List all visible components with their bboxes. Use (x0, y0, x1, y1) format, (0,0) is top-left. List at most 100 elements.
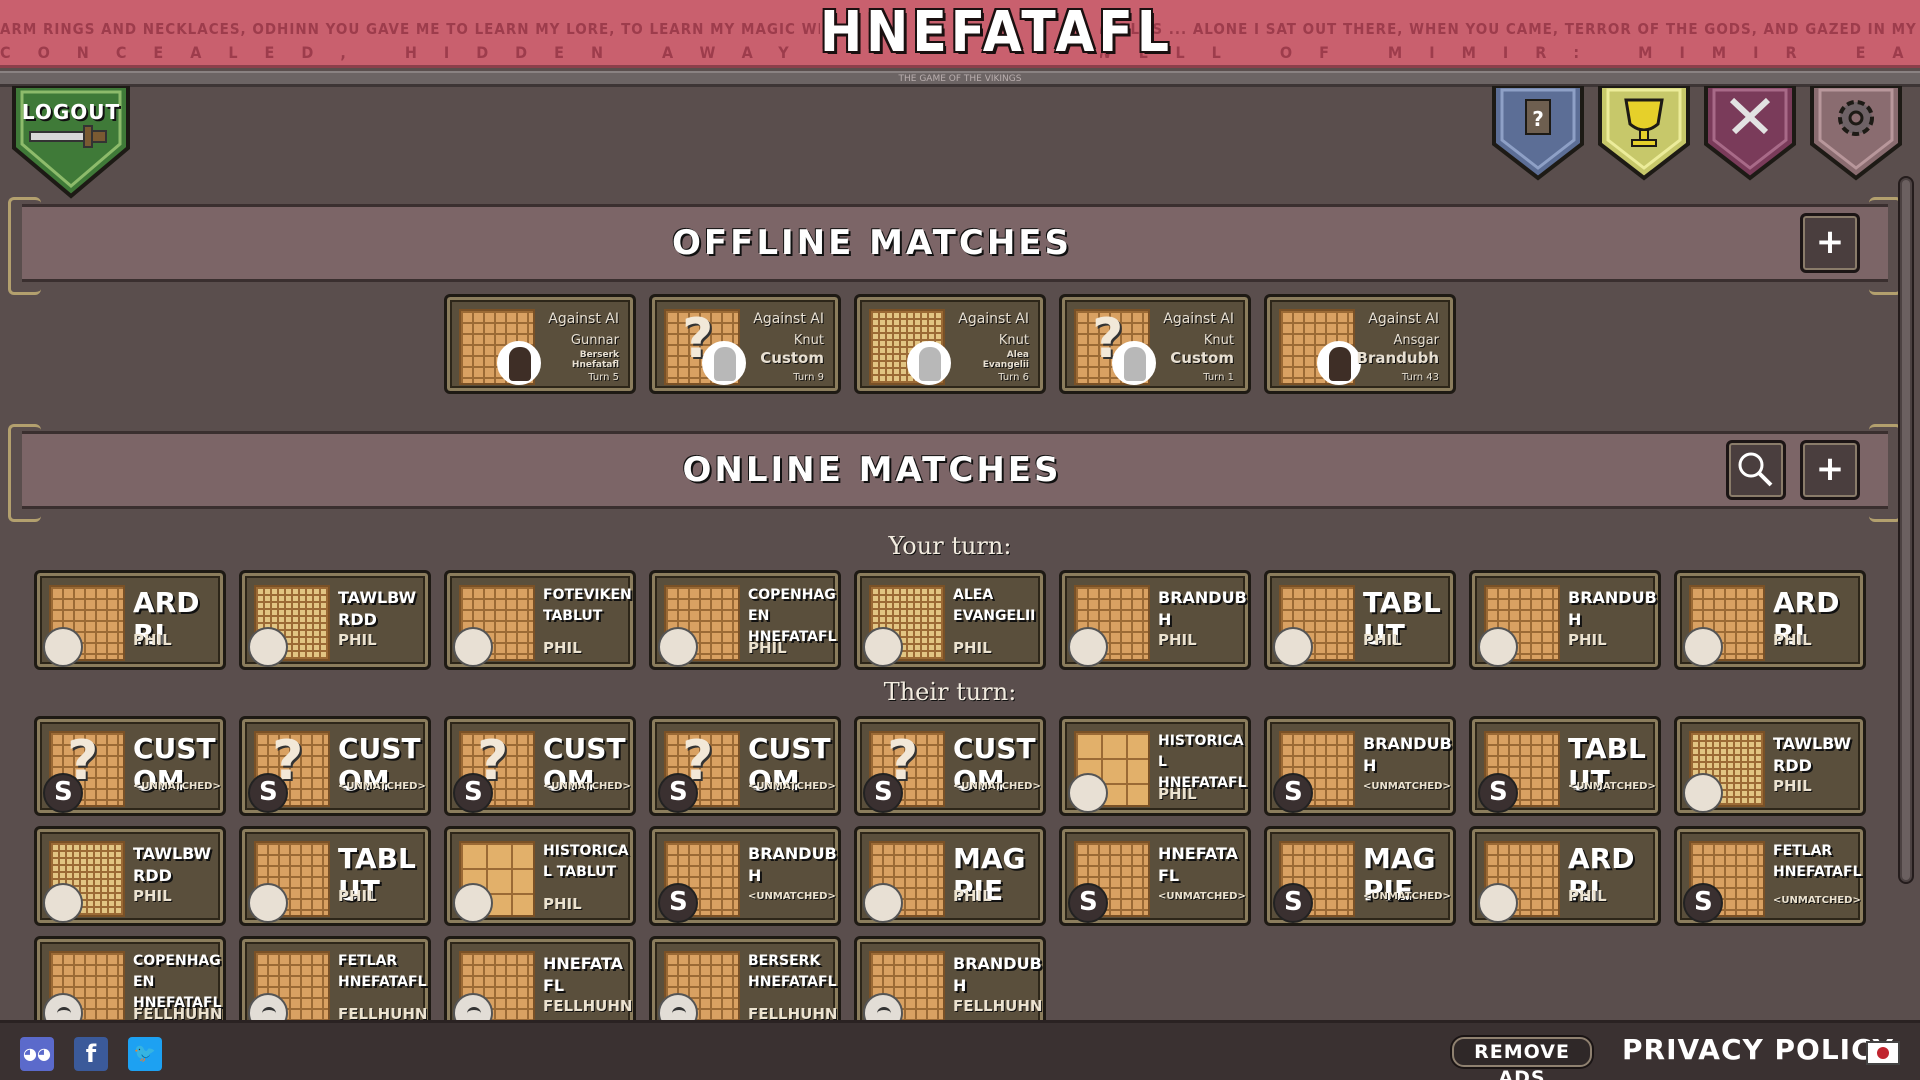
offline-match-tile[interactable]: Against AI Gunnar Berserk Hnefatafl Turn 5 (444, 294, 636, 394)
unmatched-avatar (658, 883, 698, 923)
offline-match-tile[interactable]: ? Against AI Knut Custom Turn 1 (1059, 294, 1251, 394)
online-match-tile[interactable]: ARD RI PHIL (34, 570, 226, 670)
game-variant-name: TAWLBWRDD (1773, 734, 1852, 775)
online-match-tile[interactable]: BRANDUBH PHIL (1469, 570, 1661, 670)
help-button[interactable]: ? (1490, 86, 1586, 182)
unmatched-avatar (1273, 883, 1313, 923)
opponent-name: PHIL (953, 887, 992, 905)
player-avatar (1683, 627, 1723, 667)
online-match-tile[interactable]: TABLUT PHIL (1264, 570, 1456, 670)
sub-header-bar: THE GAME OF THE VIKINGS (0, 71, 1920, 87)
opponent-avatar (907, 341, 951, 385)
achievements-button[interactable] (1596, 86, 1692, 182)
japan-flag-icon[interactable] (1866, 1041, 1900, 1065)
add-online-match-button[interactable]: + (1800, 440, 1860, 500)
online-match-tile[interactable]: ARD RI PHIL (1674, 570, 1866, 670)
player-avatar (1068, 627, 1108, 667)
opponent-name: FELLHUHN (953, 997, 1043, 1015)
scrollbar-thumb[interactable] (1902, 180, 1910, 880)
online-match-tile[interactable]: ?CUSTOM<UNMATCHED> (649, 716, 841, 816)
opponent-name: PHIL (543, 639, 582, 657)
online-match-tile[interactable]: ?CUSTOM<UNMATCHED> (444, 716, 636, 816)
logout-label: LOGOUT (21, 100, 121, 124)
question-scroll-icon: ? (1492, 86, 1584, 181)
online-match-tile[interactable]: ?CUSTOM<UNMATCHED> (239, 716, 431, 816)
search-matches-button[interactable] (1726, 440, 1786, 500)
opponent-name: <UNMATCHED> (133, 781, 221, 792)
trophy-icon (1598, 86, 1690, 181)
player-avatar (43, 627, 83, 667)
game-variant-name: HISTORICAL TABLUT (543, 843, 629, 880)
online-match-tile[interactable]: MAGPIE PHIL (854, 826, 1046, 926)
online-match-tile[interactable]: COPENHAGEN HNEFATAFL PHIL (649, 570, 841, 670)
twitter-icon[interactable]: 🐦 (128, 1037, 162, 1071)
game-variant-name: TAWLBWRDD (133, 844, 212, 885)
opponent-name: Knut (793, 333, 824, 348)
online-match-tile[interactable]: FETLAR HNEFATAFL <UNMATCHED> (1674, 826, 1866, 926)
opponent-name: <UNMATCHED> (1363, 891, 1451, 902)
opponent-name: FELLHUHN (543, 997, 633, 1015)
online-match-tile[interactable]: ARD RI PHIL (1469, 826, 1661, 926)
remove-ads-button[interactable]: REMOVE ADS (1452, 1037, 1592, 1080)
opponent-name: <UNMATCHED> (1773, 895, 1861, 906)
unmatched-avatar (248, 773, 288, 813)
unmatched-avatar (43, 773, 83, 813)
online-match-tile[interactable]: BRANDUBH PHIL (1059, 570, 1251, 670)
offline-match-tile[interactable]: Against AI Ansgar Brandubh Turn 43 (1264, 294, 1456, 394)
game-variant-name: HNEFATAFL (1158, 844, 1238, 885)
game-variant-name: BERSERK HNEFATAFL (748, 953, 837, 990)
match-mode-label: Against AI (548, 311, 619, 327)
online-match-tile[interactable]: TAWLBWRDD PHIL (1674, 716, 1866, 816)
opponent-name: PHIL (1363, 631, 1402, 649)
opponent-name: PHIL (1158, 631, 1197, 649)
online-matches-title: ONLINE MATCHES (682, 450, 1062, 490)
offline-match-tile[interactable]: ? Against AI Knut Custom Turn 9 (649, 294, 841, 394)
offline-matches-header: OFFLINE MATCHES + (8, 197, 1902, 295)
opponent-avatar (1112, 341, 1156, 385)
opponent-name: Ansgar (1393, 333, 1439, 348)
opponent-name: <UNMATCHED> (953, 781, 1041, 792)
game-variant-name: ALEA EVANGELII (953, 587, 1036, 624)
opponent-name: <UNMATCHED> (748, 781, 836, 792)
online-match-tile[interactable]: HISTORICAL HNEFATAFL PHIL (1059, 716, 1251, 816)
logout-button[interactable]: LOGOUT (8, 86, 134, 200)
match-mode-label: Against AI (1368, 311, 1439, 327)
privacy-policy-link[interactable]: PRIVACY POLICY (1622, 1033, 1894, 1066)
page-title: HNEFATAFL (820, 0, 1173, 65)
game-variant-name: Custom (760, 349, 824, 367)
settings-button[interactable] (1808, 86, 1904, 182)
close-button[interactable] (1702, 86, 1798, 182)
opponent-name: PHIL (748, 639, 787, 657)
online-match-tile[interactable]: TAWLBWRDD PHIL (239, 570, 431, 670)
discord-icon[interactable]: ◕◕ (20, 1037, 54, 1071)
add-offline-match-button[interactable]: + (1800, 213, 1860, 273)
player-avatar (453, 627, 493, 667)
online-match-tile[interactable]: HNEFATAFL <UNMATCHED> (1059, 826, 1251, 926)
opponent-name: PHIL (1568, 887, 1607, 905)
player-avatar (248, 627, 288, 667)
online-match-tile[interactable]: TABLUT<UNMATCHED> (1469, 716, 1661, 816)
online-match-tile[interactable]: TAWLBWRDD PHIL (34, 826, 226, 926)
game-variant-name: TAWLBWRDD (338, 588, 417, 629)
online-match-tile[interactable]: ?CUSTOM<UNMATCHED> (854, 716, 1046, 816)
player-avatar (863, 627, 903, 667)
online-match-tile[interactable]: HISTORICAL TABLUT PHIL (444, 826, 636, 926)
online-match-tile[interactable]: ?CUSTOM<UNMATCHED> (34, 716, 226, 816)
opponent-name: <UNMATCHED> (1158, 891, 1246, 902)
online-match-tile[interactable]: TABLUT PHIL (239, 826, 431, 926)
facebook-icon[interactable]: f (74, 1037, 108, 1071)
online-match-tile[interactable]: ALEA EVANGELII PHIL (854, 570, 1046, 670)
online-match-tile[interactable]: MAGPIE<UNMATCHED> (1264, 826, 1456, 926)
player-avatar (1478, 627, 1518, 667)
offline-match-tile[interactable]: Against AI Knut Alea Evangelii Turn 6 (854, 294, 1046, 394)
opponent-name: PHIL (1568, 631, 1607, 649)
opponent-name: PHIL (1158, 785, 1197, 803)
online-match-tile[interactable]: FOTEVIKEN TABLUT PHIL (444, 570, 636, 670)
header-banner: arm rings and necklaces, odhinn you gave… (0, 0, 1920, 68)
online-match-tile[interactable]: BRANDUBH <UNMATCHED> (1264, 716, 1456, 816)
game-variant-name: BRANDUBH (1363, 734, 1452, 775)
online-match-tile[interactable]: BRANDUBH <UNMATCHED> (649, 826, 841, 926)
unmatched-avatar (1273, 773, 1313, 813)
scrollbar[interactable] (1898, 176, 1914, 884)
opponent-avatar (1317, 341, 1361, 385)
